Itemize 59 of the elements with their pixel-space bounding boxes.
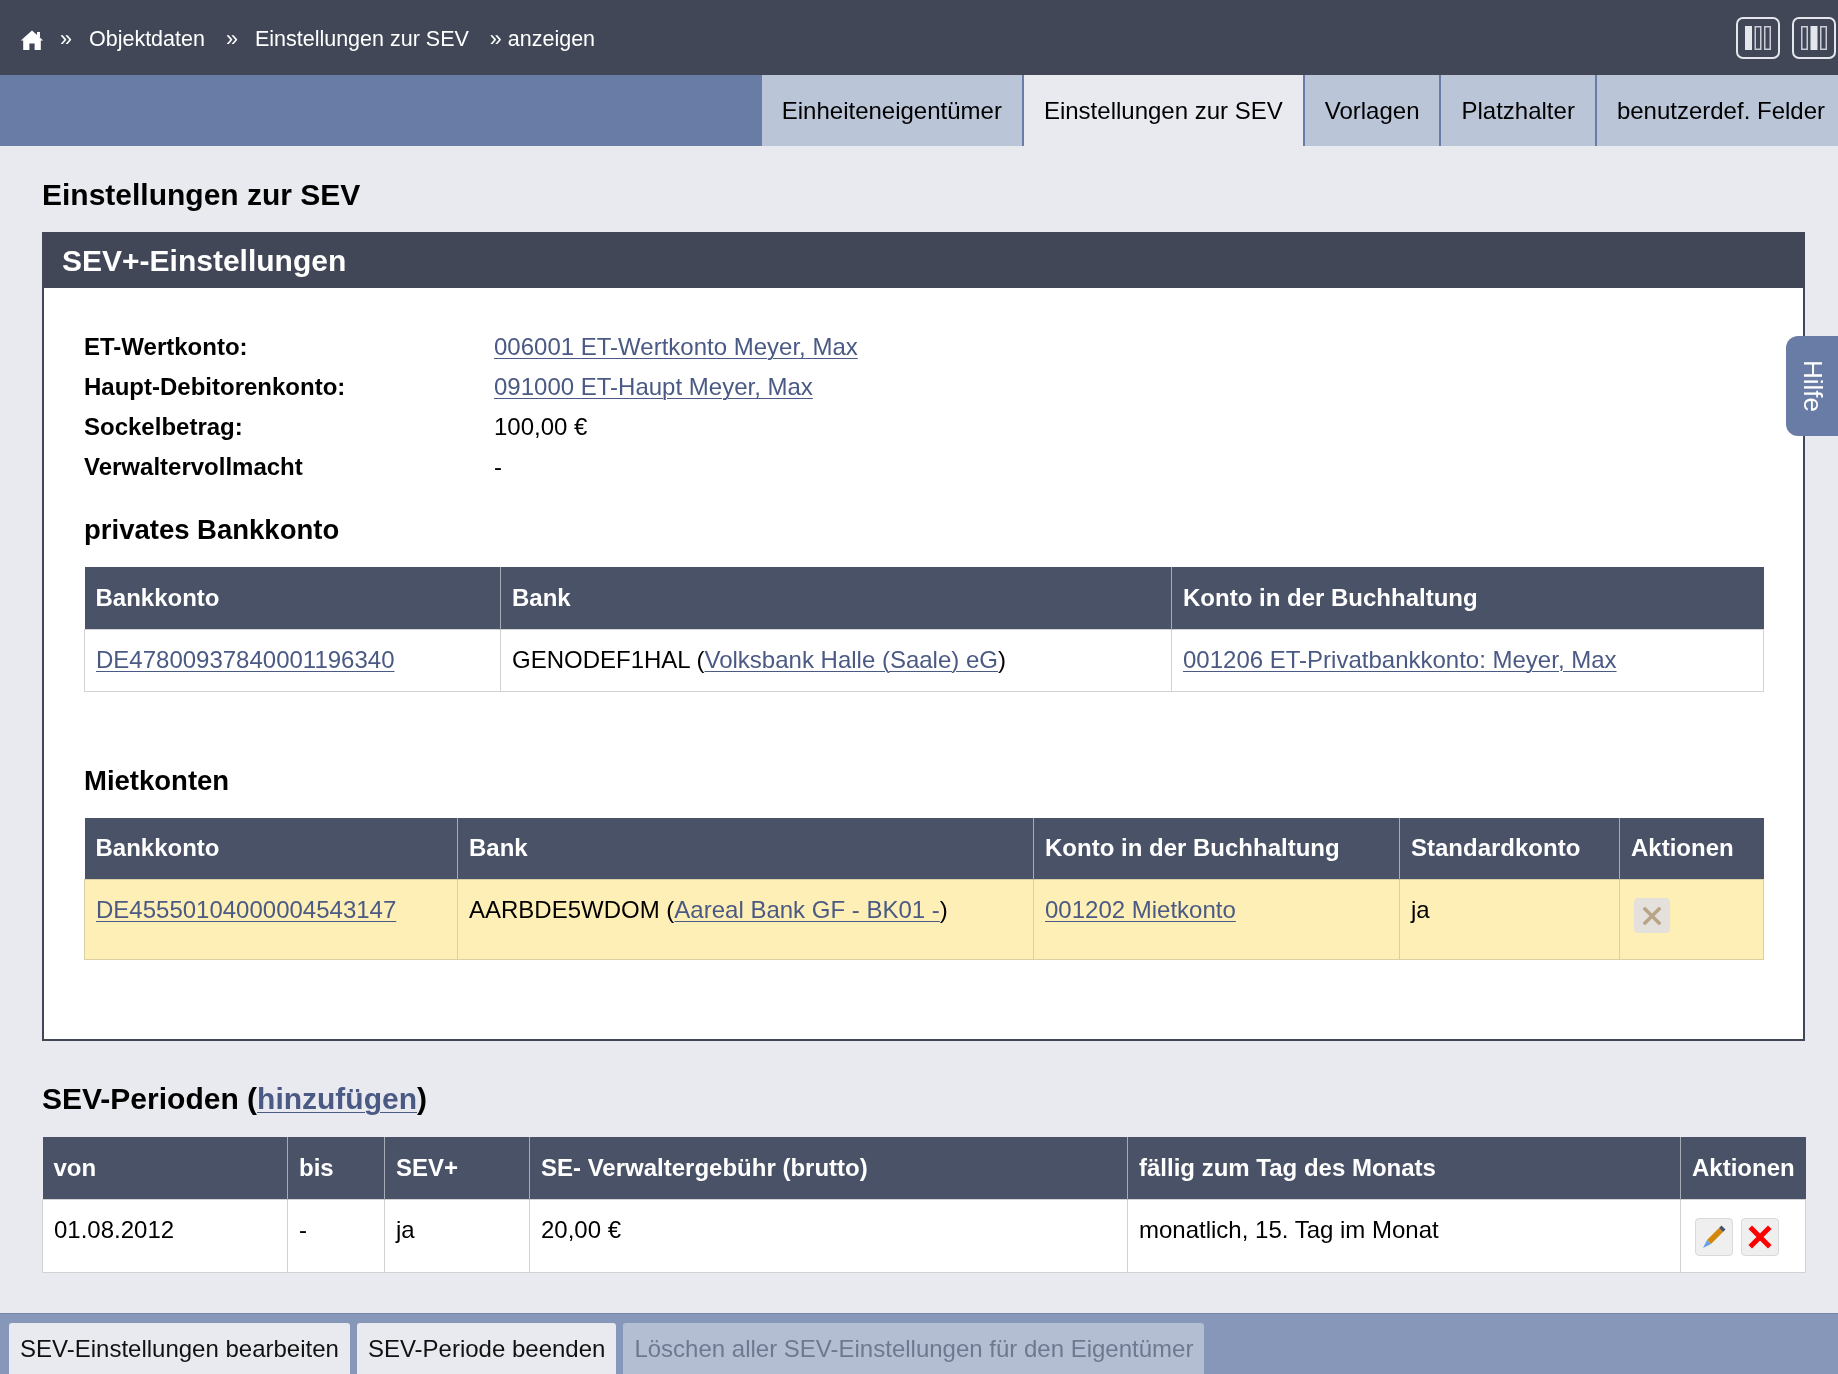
section-heading: Mietkonten [84, 763, 231, 798]
column-header: SE- Verwaltergebühr (brutto) [529, 1137, 1128, 1199]
table-cell: - [287, 1199, 385, 1272]
breadcrumb-separator: » [489, 27, 502, 52]
footer-button[interactable]: SEV-Einstellungen bearbeiten [9, 1323, 350, 1374]
help-tab[interactable]: Hilfe [1786, 336, 1838, 436]
table-cell: 01.08.2012 [42, 1199, 288, 1272]
section-heading: privates Bankkonto [84, 513, 341, 547]
page-title: Einstellungen zur SEV [42, 177, 362, 213]
column-layout-icon[interactable] [1736, 16, 1780, 59]
column-header: bis [287, 1137, 385, 1199]
column-header: von [42, 1137, 288, 1199]
column-header: Bank [457, 817, 1034, 880]
column-header: Bankkonto [84, 567, 501, 629]
column-header: Aktionen [1619, 817, 1764, 880]
column-header: Aktionen [1680, 1137, 1806, 1199]
breadcrumb-current: anzeigen [507, 27, 596, 52]
field-value: - [494, 453, 502, 480]
field-label: ET-Wertkonto: [84, 332, 249, 362]
column-layout-icon[interactable] [1792, 16, 1836, 59]
column-header: Konto in der Buchhaltung [1171, 567, 1764, 629]
table-link[interactable]: 001202 Mietkonto [1045, 896, 1236, 923]
column-header: Konto in der Buchhaltung [1033, 817, 1400, 880]
column-header: fällig zum Tag des Monats [1127, 1137, 1681, 1199]
field-link[interactable]: 091000 ET-Haupt Meyer, Max [494, 373, 813, 400]
table-cell: monatlich, 15. Tag im Monat [1127, 1199, 1681, 1272]
field-label: Sockelbetrag: [84, 412, 244, 442]
breadcrumb-link[interactable]: Objektdaten [88, 27, 205, 52]
home-icon[interactable] [20, 28, 44, 51]
column-header: Standardkonto [1399, 817, 1620, 880]
breadcrumb-separator: » [60, 27, 72, 52]
panel-header: SEV+-Einstellungen [44, 234, 1803, 288]
cross-icon [1748, 1224, 1772, 1249]
column-header: Bank [500, 567, 1172, 629]
cell-text: GENODEF1HAL (Volksbank Halle (Saale) eG) [512, 645, 1006, 673]
field-label: Haupt-Debitorenkonto: [84, 372, 347, 402]
column-header: SEV+ [384, 1137, 530, 1199]
section-heading: SEV-Perioden (hinzufügen) [42, 1081, 429, 1117]
cross-icon [1641, 904, 1663, 927]
tab[interactable]: benutzerdef. Felder [1596, 75, 1838, 146]
table-link[interactable]: Volksbank Halle (Saale) eG [704, 645, 998, 673]
table-cell: ja [384, 1199, 530, 1272]
table-cell: 20,00 € [529, 1199, 1128, 1272]
edit-button[interactable] [1695, 1217, 1733, 1256]
field-value: 100,00 € [494, 413, 588, 440]
table-cell: ja [1399, 879, 1620, 960]
table-link[interactable]: Aareal Bank GF - BK01 - [674, 896, 940, 923]
field-link[interactable]: 006001 ET-Wertkonto Meyer, Max [494, 333, 858, 360]
field-label: Verwaltervollmacht [84, 452, 304, 482]
column-header: Bankkonto [84, 817, 458, 880]
add-link[interactable]: hinzufügen [257, 1082, 418, 1115]
breadcrumb-link[interactable]: Einstellungen zur SEV [254, 27, 469, 52]
table-link[interactable]: 001206 ET-Privatbankkonto: Meyer, Max [1183, 645, 1617, 673]
cell-text: AARBDE5WDOM (Aareal Bank GF - BK01 -) [469, 896, 948, 923]
table-link[interactable]: DE45550104000004543147 [96, 896, 397, 923]
table-link[interactable]: DE47800937840001196340 [96, 645, 395, 673]
delete-button[interactable] [1741, 1217, 1779, 1256]
footer-button[interactable]: SEV-Periode beenden [356, 1323, 617, 1374]
breadcrumb-separator: » [225, 27, 238, 52]
